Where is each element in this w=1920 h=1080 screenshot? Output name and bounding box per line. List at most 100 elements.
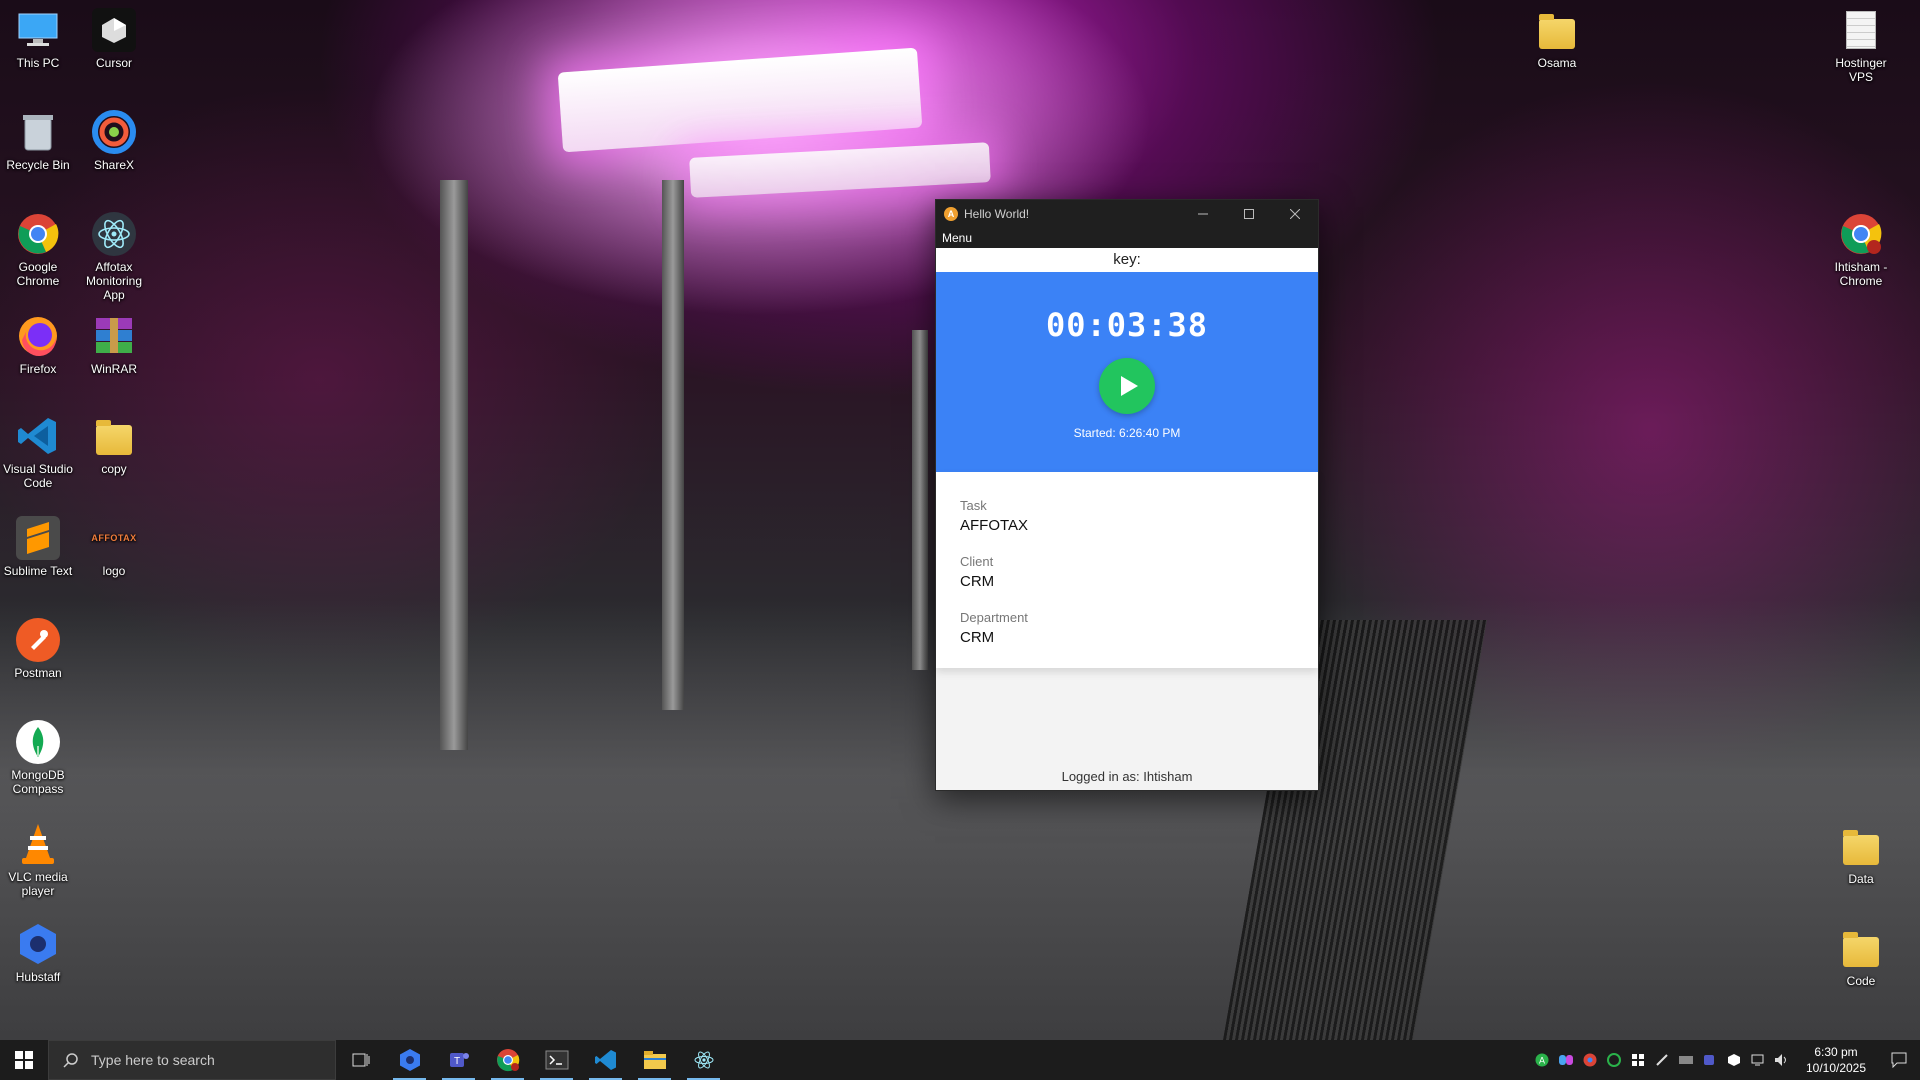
minimize-icon — [1198, 213, 1208, 215]
desktop-icon-cursor[interactable]: Cursor — [76, 8, 152, 70]
electron-icon — [694, 1051, 713, 1069]
recycle-bin-icon — [16, 110, 60, 154]
electron-icon — [92, 212, 136, 256]
document-icon — [1839, 8, 1883, 52]
taskbar-affotax-app[interactable] — [679, 1040, 728, 1080]
desktop-icon-google-chrome[interactable]: Google Chrome — [0, 212, 76, 288]
taskbar-chrome[interactable] — [483, 1040, 532, 1080]
desktop-icon-logo[interactable]: AFFOTAX logo — [76, 516, 152, 578]
icon-label: WinRAR — [90, 362, 137, 376]
desktop-icon-osama[interactable]: Osama — [1519, 8, 1595, 70]
desktop-icon-sharex[interactable]: ShareX — [76, 110, 152, 172]
task-details-card: Task AFFOTAX Client CRM Department CRM — [936, 472, 1318, 668]
tray-keyboard-icon[interactable] — [1674, 1040, 1698, 1080]
app-logo-icon: A — [944, 207, 958, 221]
chrome-icon — [496, 1049, 519, 1072]
sublime-icon — [16, 516, 60, 560]
menu-bar: Menu — [936, 228, 1318, 248]
window-titlebar[interactable]: A Hello World! — [936, 200, 1318, 228]
task-view-icon — [352, 1053, 369, 1067]
start-button[interactable] — [0, 1040, 48, 1080]
key-label: key: — [936, 248, 1318, 272]
desktop-icon-this-pc[interactable]: This PC — [0, 8, 76, 70]
menu-item-menu[interactable]: Menu — [942, 231, 972, 245]
logged-in-status: Logged in as: Ihtisham — [1061, 769, 1193, 784]
desktop-icon-hubstaff[interactable]: Hubstaff — [0, 922, 76, 984]
desktop-icon-vlc[interactable]: VLC media player — [0, 822, 76, 898]
tray-affotax-icon[interactable]: A — [1530, 1040, 1554, 1080]
icon-label: logo — [102, 564, 126, 578]
taskbar-vscode[interactable] — [581, 1040, 630, 1080]
hubstaff-icon — [399, 1049, 420, 1071]
icon-label: Recycle Bin — [6, 158, 70, 172]
volume-icon[interactable] — [1770, 1040, 1794, 1080]
pillar — [440, 180, 468, 750]
desktop-icon-sublime-text[interactable]: Sublime Text — [0, 516, 76, 578]
desktop-icon-firefox[interactable]: Firefox — [0, 314, 76, 376]
winrar-icon — [92, 314, 136, 358]
desktop-icon-hostinger-vps[interactable]: Hostinger VPS — [1823, 8, 1899, 84]
tray-windows-icon[interactable] — [1626, 1040, 1650, 1080]
icon-label: copy — [101, 462, 127, 476]
notification-center-button[interactable] — [1878, 1040, 1920, 1080]
postman-icon — [16, 618, 60, 662]
play-icon — [1121, 376, 1138, 396]
taskbar-file-explorer[interactable] — [630, 1040, 679, 1080]
desktop-icon-winrar[interactable]: WinRAR — [76, 314, 152, 376]
taskbar-teams[interactable]: T — [434, 1040, 483, 1080]
svg-text:T: T — [453, 1056, 459, 1067]
taskbar-hubstaff[interactable] — [385, 1040, 434, 1080]
play-button[interactable] — [1099, 358, 1155, 414]
pillar — [662, 180, 684, 710]
system-clock[interactable]: 6:30 pm 10/10/2025 — [1798, 1044, 1874, 1076]
icon-label: Osama — [1537, 56, 1577, 70]
desktop-icon-vscode[interactable]: Visual Studio Code — [0, 414, 76, 490]
network-icon[interactable] — [1746, 1040, 1770, 1080]
folder-icon — [92, 414, 136, 458]
client-label: Client — [960, 554, 994, 569]
icon-label: Firefox — [19, 362, 57, 376]
folder-icon — [1535, 8, 1579, 52]
client-value: CRM — [960, 573, 995, 590]
search-placeholder: Type here to search — [91, 1052, 215, 1068]
icon-label: VLC media player — [8, 870, 68, 898]
tray-chrome-icon[interactable] — [1578, 1040, 1602, 1080]
vlc-icon — [16, 822, 60, 866]
clock-time: 6:30 pm — [1814, 1045, 1858, 1059]
desktop-icon-postman[interactable]: Postman — [0, 618, 76, 680]
tray-teams-icon[interactable] — [1698, 1040, 1722, 1080]
terminal-icon — [545, 1050, 568, 1070]
system-tray: A 6:30 pm 10/10/2025 — [1530, 1040, 1920, 1080]
desktop-icon-affotax-monitoring[interactable]: Affotax Monitoring App — [76, 212, 152, 302]
icon-label: Code — [1846, 974, 1876, 988]
tray-pen-icon[interactable] — [1650, 1040, 1674, 1080]
timer-app-window: A Hello World! Menu key: 00:03:38 Starte… — [935, 199, 1319, 791]
ceiling-light — [689, 142, 991, 198]
tray-hubstaff-icon[interactable] — [1722, 1040, 1746, 1080]
sharex-icon — [92, 110, 136, 154]
taskbar-terminal[interactable] — [532, 1040, 581, 1080]
minimize-button[interactable] — [1180, 200, 1226, 228]
desktop-icon-copy[interactable]: copy — [76, 414, 152, 476]
desktop-icon-recycle-bin[interactable]: Recycle Bin — [0, 110, 76, 172]
search-icon — [63, 1053, 78, 1068]
firefox-icon — [16, 314, 60, 358]
desktop-icon-code[interactable]: Code — [1823, 926, 1899, 988]
tray-sync-icon[interactable] — [1602, 1040, 1626, 1080]
windows-logo-icon — [15, 1051, 33, 1069]
taskbar-search[interactable]: Type here to search — [48, 1040, 336, 1080]
mongodb-icon — [16, 720, 60, 764]
desktop-icon-data[interactable]: Data — [1823, 824, 1899, 886]
maximize-button[interactable] — [1226, 200, 1272, 228]
desktop-icon-ihtisham-chrome[interactable]: Ihtisham - Chrome — [1823, 212, 1899, 288]
icon-label: Postman — [14, 666, 62, 680]
icon-label: Sublime Text — [3, 564, 73, 578]
close-button[interactable] — [1272, 200, 1318, 228]
task-view-button[interactable] — [336, 1040, 385, 1080]
ceiling-light — [557, 47, 923, 153]
folder-icon — [643, 1051, 666, 1069]
taskbar: Type here to search T A 6:30 pm 10/10/20… — [0, 1040, 1920, 1080]
desktop-icon-mongodb-compass[interactable]: MongoDB Compass — [0, 720, 76, 796]
tray-copilot-icon[interactable] — [1554, 1040, 1578, 1080]
icon-label: Cursor — [95, 56, 132, 70]
